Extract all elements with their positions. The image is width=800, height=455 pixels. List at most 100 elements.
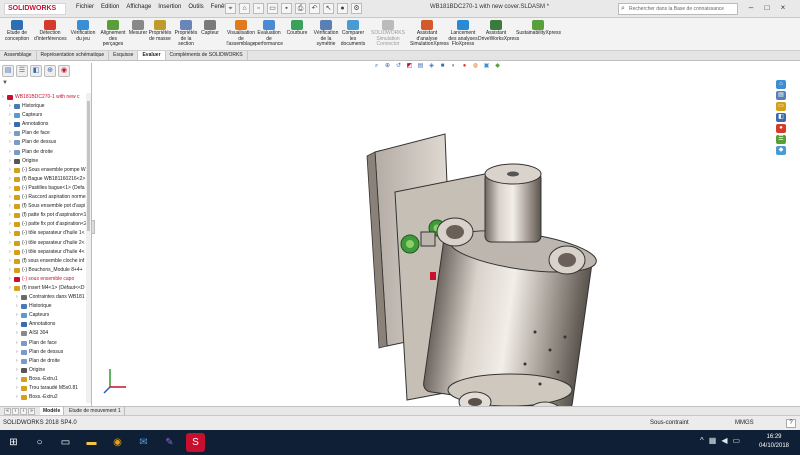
expand-arrow-icon[interactable]: › — [16, 339, 18, 348]
chevron-up-icon[interactable]: ^ — [700, 436, 704, 445]
tree-item[interactable]: › (f) patte fix pot d'aspiration<1 — [0, 211, 86, 220]
last-tab-icon[interactable]: » — [28, 408, 35, 415]
command-tab-3[interactable]: Evaluer — [138, 51, 166, 60]
expand-arrow-icon[interactable]: › — [16, 293, 18, 302]
command-tab-2[interactable]: Esquisse — [109, 51, 139, 60]
tree-item[interactable]: › (-) tôle separateur d'huile 1< — [0, 229, 86, 238]
menu-edition[interactable]: Edition — [101, 4, 119, 10]
tree-item[interactable]: › (f) sous ensemble cloche inf — [0, 257, 86, 266]
tree-item[interactable]: › (f) Bague WB181160216<2> — [0, 175, 86, 184]
search-icon[interactable]: ○ — [30, 433, 49, 452]
custom-properties-icon[interactable]: ☰ — [776, 135, 786, 144]
expand-arrow-icon[interactable]: › — [9, 257, 11, 266]
menu-outils[interactable]: Outils — [188, 4, 203, 10]
expand-arrow-icon[interactable]: › — [9, 138, 11, 147]
tree-item[interactable]: › Capteurs — [0, 111, 86, 120]
print-icon[interactable]: ⎙ — [295, 3, 306, 14]
tree-item[interactable]: › (-) Pastilles bague<1> (Defa — [0, 184, 86, 193]
search-input[interactable]: ⌕ Rechercher dans la Base de connaissanc… — [618, 3, 738, 15]
expand-arrow-icon[interactable]: › — [9, 175, 11, 184]
ribbon-button-17[interactable]: SustainabilityXpress — [516, 20, 561, 50]
home-icon[interactable]: ⌂ — [239, 3, 250, 14]
tree-item[interactable]: › Plan de droite — [0, 357, 86, 366]
tree-scrollbar[interactable] — [86, 93, 91, 403]
tree-item[interactable]: › (-) tôle separateur d'huile 2< — [0, 239, 86, 248]
volume-icon[interactable]: ◀ — [721, 436, 727, 445]
ribbon-button-10[interactable]: Courbure — [286, 20, 308, 50]
expand-arrow-icon[interactable]: › — [9, 220, 11, 229]
expand-arrow-icon[interactable]: › — [9, 284, 11, 293]
tree-item[interactable]: › Capteurs — [0, 311, 86, 320]
ribbon-button-0[interactable]: Etude de conception — [4, 20, 30, 50]
open-icon[interactable]: ▭ — [267, 3, 278, 14]
resources-icon[interactable]: ⌂ — [776, 80, 786, 89]
tree-item[interactable]: › Plan de dessus — [0, 348, 86, 357]
help-icon[interactable]: ? — [786, 419, 796, 428]
command-tab-4[interactable]: Compléments de SOLIDWORKS — [166, 51, 248, 60]
undo-icon[interactable]: ↶ — [309, 3, 320, 14]
ribbon-button-2[interactable]: Vérification du jeu — [68, 20, 98, 50]
expand-arrow-icon[interactable]: › — [16, 302, 18, 311]
prev-tab-icon[interactable]: ‹ — [12, 408, 19, 415]
mail-icon[interactable]: ✉ — [134, 433, 153, 452]
expand-arrow-icon[interactable]: › — [16, 366, 18, 375]
ribbon-button-5[interactable]: Propriétés de masse — [148, 20, 172, 50]
tree-item[interactable]: › (-) tôle separateur d'huile 4< — [0, 248, 86, 257]
tree-item[interactable]: › Contraintes dans WB181 — [0, 293, 86, 302]
expand-arrow-icon[interactable]: › — [9, 166, 11, 175]
ribbon-button-15[interactable]: Lancement des analyses FloXpress — [446, 20, 480, 50]
view-palette-icon[interactable]: ◧ — [776, 113, 786, 122]
menu-fichier[interactable]: Fichier — [76, 4, 94, 10]
status-units[interactable]: MMGS — [735, 420, 754, 426]
ribbon-button-8[interactable]: Visualisation de l'assemblage — [226, 20, 256, 50]
next-tab-icon[interactable]: › — [20, 408, 27, 415]
tree-item[interactable]: › (-) sous ensemble capo — [0, 275, 86, 284]
save-icon[interactable]: ▪ — [281, 3, 292, 14]
tree-item[interactable]: › AISI 304 — [0, 329, 86, 338]
select-icon[interactable]: ↖ — [323, 3, 334, 14]
pin-icon[interactable]: ⌖ — [225, 3, 236, 14]
ribbon-button-7[interactable]: Capteur — [200, 20, 220, 50]
appearances-icon[interactable]: ● — [776, 124, 786, 133]
expand-arrow-icon[interactable]: › — [9, 102, 11, 111]
expand-arrow-icon[interactable]: › — [9, 193, 11, 202]
maximize-icon[interactable]: □ — [761, 3, 773, 14]
expand-arrow-icon[interactable]: › — [9, 129, 11, 138]
ribbon-button-16[interactable]: Assistant DriveWorksXpress — [478, 20, 519, 50]
expand-arrow-icon[interactable]: › — [2, 93, 4, 102]
tree-item[interactable]: › Annotations — [0, 320, 86, 329]
dimxpert-tab-icon[interactable]: ⊕ — [44, 65, 56, 77]
design-library-icon[interactable]: ▤ — [776, 91, 786, 100]
filter-icon[interactable]: ▼ — [2, 80, 8, 89]
tree-item[interactable]: › Historique — [0, 302, 86, 311]
ribbon-button-14[interactable]: Assistant d'analyse SimulationXpress — [410, 20, 449, 50]
tree-item[interactable]: › Annotations — [0, 120, 86, 129]
expand-arrow-icon[interactable]: › — [9, 202, 11, 211]
ribbon-button-12[interactable]: Comparer les documents — [339, 20, 367, 50]
command-tab-1[interactable]: Représentation schématique — [37, 51, 110, 60]
graphics-area[interactable] — [95, 62, 775, 423]
tree-item[interactable]: › (f) insert M4<1> (Défaut<<D — [0, 284, 86, 293]
network-icon[interactable]: ▦ — [709, 436, 717, 445]
file-explorer-icon[interactable]: ▬ — [82, 433, 101, 452]
scrollbar-thumb[interactable] — [87, 101, 90, 231]
tree-item[interactable]: › Origine — [0, 157, 86, 166]
tree-item[interactable]: › (f) Sous ensemble pot d'aspi — [0, 202, 86, 211]
rebuild-icon[interactable]: ● — [337, 3, 348, 14]
expand-arrow-icon[interactable]: › — [9, 211, 11, 220]
expand-arrow-icon[interactable]: › — [9, 184, 11, 193]
ribbon-button-11[interactable]: Vérification de la symétrie — [312, 20, 340, 50]
ribbon-button-13[interactable]: SOLIDWORKS Simulation Connector — [368, 20, 408, 50]
expand-arrow-icon[interactable]: › — [16, 384, 18, 393]
tree-item[interactable]: › (-) Sous ensemble pompe W — [0, 166, 86, 175]
assembly-model[interactable] — [335, 132, 635, 442]
expand-arrow-icon[interactable]: › — [9, 111, 11, 120]
tree-item[interactable]: › WB181BDC270-1 with new c — [0, 93, 86, 102]
tree-item[interactable]: › Boss.-Extru2 — [0, 393, 86, 402]
expand-arrow-icon[interactable]: › — [16, 375, 18, 384]
tree-item[interactable]: › Plan de face — [0, 129, 86, 138]
ribbon-button-3[interactable]: Alignement des perçages — [98, 20, 128, 50]
tree-item[interactable]: › (-) Raccord aspiration norme — [0, 193, 86, 202]
property-manager-tab-icon[interactable]: ☰ — [16, 65, 28, 77]
tree-item[interactable]: › (-) patte fix pot d'aspiration<2 — [0, 220, 86, 229]
